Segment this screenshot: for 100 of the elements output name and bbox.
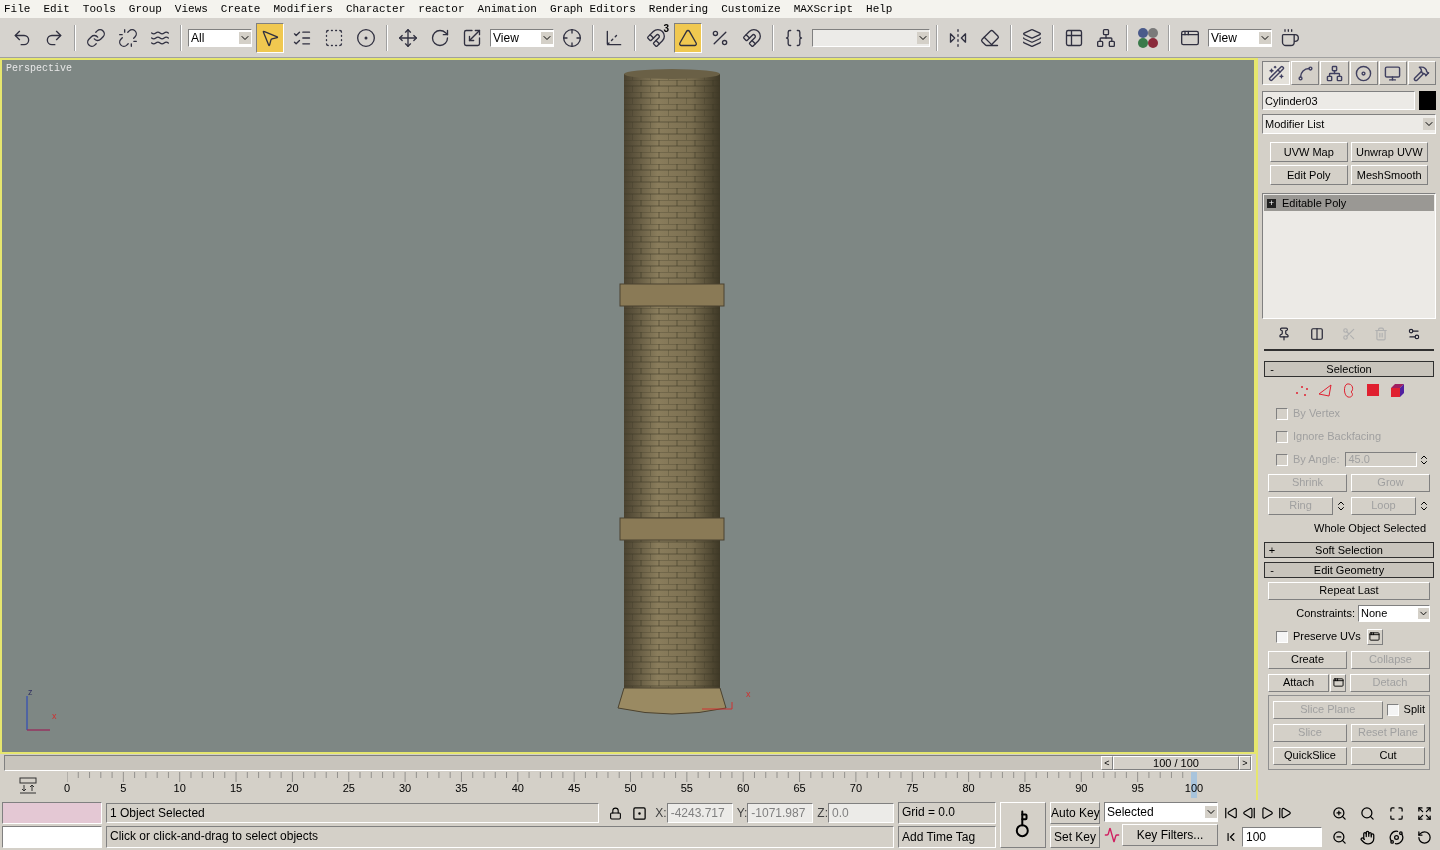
modifier-list-dropdown[interactable]: Modifier List [1262, 114, 1436, 134]
menu-item[interactable]: Rendering [648, 0, 709, 18]
checkbox[interactable] [1386, 703, 1399, 716]
panel-button[interactable]: Cut [1351, 746, 1425, 765]
hammer-icon [1413, 64, 1431, 82]
lock-icon[interactable] [609, 806, 623, 820]
menu-item[interactable]: Graph Editors [549, 0, 636, 18]
scale-icon [462, 27, 482, 48]
menu-item[interactable]: Group [128, 0, 162, 18]
set-key-button[interactable]: Set Key [1050, 826, 1100, 848]
add-time-tag-button[interactable]: Add Time Tag [898, 826, 996, 848]
next-frame-icon[interactable] [1278, 806, 1292, 820]
curve-icon[interactable] [1104, 827, 1120, 843]
expand-icon[interactable] [1417, 805, 1433, 821]
current-frame-field[interactable]: 100 [1242, 827, 1322, 847]
pan-hand-icon[interactable] [1360, 829, 1376, 845]
constraints-dropdown[interactable]: None [1358, 605, 1430, 622]
modifier-button[interactable]: Unwrap UVW [1350, 142, 1428, 162]
orbit-icon[interactable] [1388, 829, 1404, 845]
menu-item[interactable]: reactor [418, 0, 465, 18]
checkbox-option[interactable]: Split [1386, 701, 1425, 718]
rollout-toggle[interactable]: + [1265, 541, 1279, 559]
menu-item[interactable]: Help [866, 0, 893, 18]
go-to-start-icon[interactable] [1224, 806, 1238, 820]
listener-output-field[interactable] [2, 826, 102, 848]
menu-item[interactable]: Views [174, 0, 208, 18]
rollout-toggle[interactable]: - [1265, 561, 1279, 579]
menu-item[interactable]: Tools [82, 0, 116, 18]
panel-button[interactable]: Repeat Last [1268, 581, 1430, 600]
named-selection-dropdown[interactable] [812, 28, 930, 47]
previous-frame-icon[interactable] [1242, 806, 1256, 820]
panel-button[interactable]: Create [1268, 650, 1347, 669]
menu-item[interactable]: MAXScript [793, 0, 854, 18]
auto-key-button[interactable]: Auto Key [1050, 802, 1100, 824]
panel-tab[interactable] [1262, 61, 1291, 85]
axis-tripod-icon [24, 696, 52, 732]
modifier-stack-list[interactable]: + Editable Poly [1262, 193, 1436, 319]
settings-button[interactable] [1330, 673, 1346, 692]
spinner-arrows-icon[interactable] [1418, 453, 1430, 466]
status-hint: Click or click-and-drag to select objects [106, 826, 894, 848]
menu-item[interactable]: Edit [43, 0, 70, 18]
listener-field[interactable] [2, 802, 102, 824]
dropdown-arrow-icon[interactable] [1418, 608, 1429, 619]
settings-icon[interactable] [1406, 327, 1421, 341]
rollout-header[interactable]: - Selection [1264, 361, 1434, 377]
spinner-arrows-icon[interactable] [1418, 499, 1430, 512]
rotate-view-icon[interactable] [1417, 829, 1433, 845]
menu-item[interactable]: Create [220, 0, 261, 18]
menu-item[interactable]: Animation [477, 0, 537, 18]
object-color-swatch[interactable] [1419, 91, 1436, 110]
frame-number: 40 [511, 783, 524, 794]
spinner-arrows-icon[interactable] [1335, 499, 1347, 512]
frame-number: 25 [342, 783, 355, 794]
track-bar[interactable]: 0 5 10 15 20 25 30 35 40 45 50 55 60 65 70 75 80 85 90 95 100 [55, 772, 1206, 800]
unlink-icon [118, 27, 138, 48]
set-key-mode-button[interactable] [1000, 802, 1046, 848]
frame-number: 55 [680, 783, 693, 794]
object-name-field[interactable]: Cylinder03 [1262, 91, 1415, 110]
panel-button[interactable]: QuickSlice [1273, 746, 1347, 765]
menu-item[interactable]: Customize [721, 0, 781, 18]
modifier-button[interactable]: UVW Map [1270, 142, 1348, 162]
time-slider-track[interactable]: < 100 / 100 > [4, 755, 1252, 771]
track-bar-toggle-icon[interactable] [18, 777, 37, 795]
time-slider-thumb[interactable]: < 100 / 100 > [1101, 756, 1251, 770]
toolbar-button[interactable] [256, 22, 284, 53]
settings-button[interactable] [1366, 628, 1383, 645]
modifier-button[interactable]: MeshSmooth [1350, 165, 1428, 185]
toolbar-button[interactable]: 3 [642, 22, 670, 53]
rollout-header[interactable]: + Soft Selection [1264, 542, 1434, 558]
panel-button[interactable]: Attach [1268, 673, 1329, 692]
stack-item[interactable]: + Editable Poly [1264, 195, 1434, 211]
dropdown[interactable]: View [1208, 28, 1272, 47]
play-icon[interactable] [1260, 806, 1274, 820]
menu-item[interactable]: Modifiers [273, 0, 333, 18]
schematic-icon [1096, 27, 1116, 48]
next-frame-button[interactable]: > [1239, 756, 1251, 770]
table-icon [1064, 27, 1084, 48]
previous-frame-button[interactable]: < [1101, 756, 1113, 770]
dropdown[interactable]: View [490, 28, 554, 47]
checkbox-option[interactable]: Preserve UVs [1276, 628, 1361, 645]
hierarchy-icon [1325, 64, 1343, 82]
toolbar-button[interactable] [674, 22, 702, 53]
key-filters-button[interactable]: Key Filters... [1122, 824, 1218, 846]
checkbox[interactable] [1276, 630, 1288, 643]
columns-icon[interactable] [1309, 327, 1324, 341]
zoom-icon[interactable] [1331, 805, 1347, 821]
modifier-button[interactable]: Edit Poly [1270, 165, 1348, 185]
expand-toggle[interactable]: + [1267, 198, 1276, 208]
key-mode-dropdown[interactable]: Selected [1104, 802, 1218, 822]
rollout-toggle[interactable]: - [1265, 360, 1279, 378]
menu-item[interactable]: Character [345, 0, 406, 18]
rollout-header[interactable]: - Edit Geometry [1264, 562, 1434, 578]
search-icon[interactable] [1360, 805, 1376, 821]
pin-icon[interactable] [1277, 327, 1292, 341]
menu-item[interactable]: File [4, 0, 31, 18]
zoom-out-icon[interactable] [1331, 829, 1347, 845]
frame-number: 75 [906, 783, 919, 794]
dropdown[interactable]: All [188, 28, 252, 47]
maximize-icon[interactable] [1388, 805, 1404, 821]
viewport-label: Perspective [6, 62, 72, 76]
